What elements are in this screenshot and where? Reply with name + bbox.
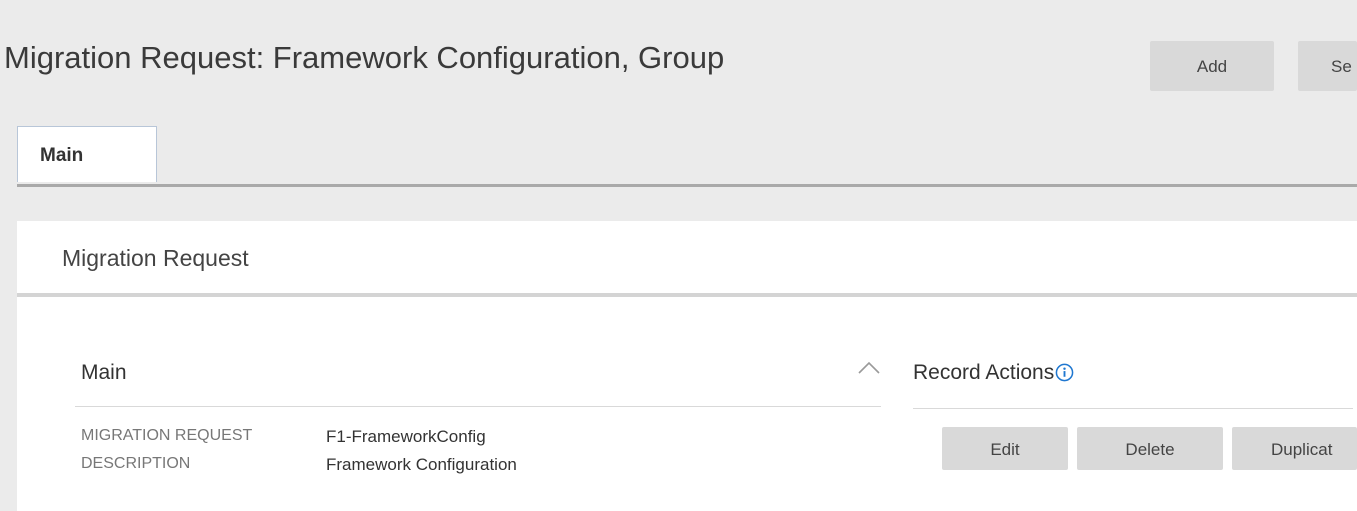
field-row-description: DESCRIPTION Framework Configuration	[75, 448, 881, 476]
delete-button[interactable]: Delete	[1077, 427, 1223, 470]
panel-title: Migration Request	[17, 221, 1357, 297]
record-actions-section: Record Actions	[913, 351, 1353, 409]
field-label: DESCRIPTION	[81, 455, 191, 472]
add-button[interactable]: Add	[1150, 41, 1274, 91]
field-row-migration-request: MIGRATION REQUEST F1-FrameworkConfig	[75, 420, 881, 448]
page-title: Migration Request: Framework Configurati…	[4, 40, 725, 75]
edit-button[interactable]: Edit	[942, 427, 1068, 470]
info-icon[interactable]	[1055, 363, 1074, 382]
main-section-title: Main	[81, 361, 127, 384]
tab-strip: Main	[17, 126, 1357, 187]
chevron-up-icon[interactable]	[857, 357, 881, 377]
field-label: MIGRATION REQUEST	[81, 427, 253, 444]
field-value: F1-FrameworkConfig	[326, 427, 486, 446]
tab-main[interactable]: Main	[17, 126, 157, 182]
record-actions-header: Record Actions	[913, 351, 1353, 409]
main-section: Main MIGRATION REQUEST F1-FrameworkConfi…	[75, 351, 881, 476]
record-actions-title: Record Actions	[913, 361, 1074, 385]
main-section-header: Main	[75, 351, 881, 407]
search-button[interactable]: Se	[1298, 41, 1357, 91]
field-value: Framework Configuration	[326, 455, 517, 474]
duplicate-button[interactable]: Duplicat	[1232, 427, 1357, 470]
